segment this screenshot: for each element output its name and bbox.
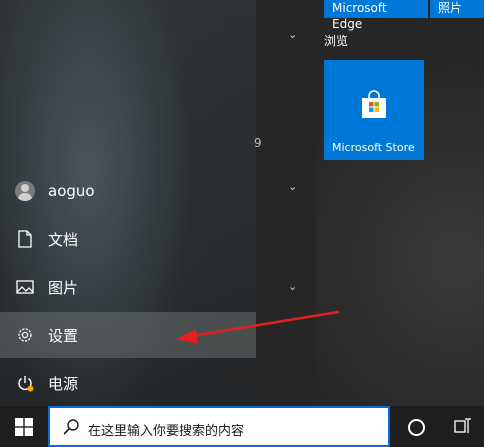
documents-item[interactable]: 文档: [0, 216, 256, 262]
search-icon: [63, 419, 79, 435]
settings-label: 设置: [48, 326, 79, 345]
picture-icon: [14, 276, 36, 298]
power-label: 电源: [48, 374, 79, 393]
start-button[interactable]: [0, 406, 48, 447]
user-avatar-icon: [14, 180, 36, 202]
store-bag-icon: [362, 90, 386, 118]
power-icon: [14, 372, 36, 394]
chevron-down-icon[interactable]: ⌄: [288, 180, 297, 193]
start-menu: aoguo 文档 图片 设置 电源 9 ⌄ ⌄ ⌄ Microsoft Edge…: [0, 0, 484, 406]
app-list-pane: [256, 0, 316, 406]
pictures-label: 图片: [48, 278, 79, 297]
user-name-label: aoguo: [48, 182, 95, 200]
documents-label: 文档: [48, 230, 79, 249]
taskbar-search-box[interactable]: 在这里输入你要搜索的内容: [48, 406, 390, 447]
tile-group-label: 浏览: [324, 34, 349, 48]
user-account-item[interactable]: aoguo: [0, 168, 256, 214]
store-tile-label: Microsoft Store: [332, 141, 415, 154]
power-item[interactable]: 电源: [0, 360, 256, 406]
app-list-fragment: 9: [254, 136, 262, 150]
search-placeholder: 在这里输入你要搜索的内容: [88, 424, 245, 439]
windows-logo-icon: [15, 417, 33, 436]
start-menu-left-pane: aoguo 文档 图片 设置 电源: [0, 0, 256, 406]
taskbar: 在这里输入你要搜索的内容: [0, 406, 484, 447]
photos-tile-label: 照片: [438, 1, 463, 15]
chevron-down-icon[interactable]: ⌄: [288, 280, 297, 293]
settings-item[interactable]: 设置: [0, 312, 256, 358]
document-icon: [14, 228, 36, 250]
edge-tile[interactable]: Microsoft Edge: [324, 0, 428, 31]
pictures-item[interactable]: 图片: [0, 264, 256, 310]
store-tile[interactable]: Microsoft Store: [324, 60, 424, 160]
photos-tile[interactable]: 照片: [430, 0, 484, 18]
task-view-icon[interactable]: [454, 418, 472, 434]
cortana-icon[interactable]: [408, 419, 425, 436]
gear-icon: [14, 324, 36, 346]
chevron-down-icon[interactable]: ⌄: [288, 28, 297, 41]
